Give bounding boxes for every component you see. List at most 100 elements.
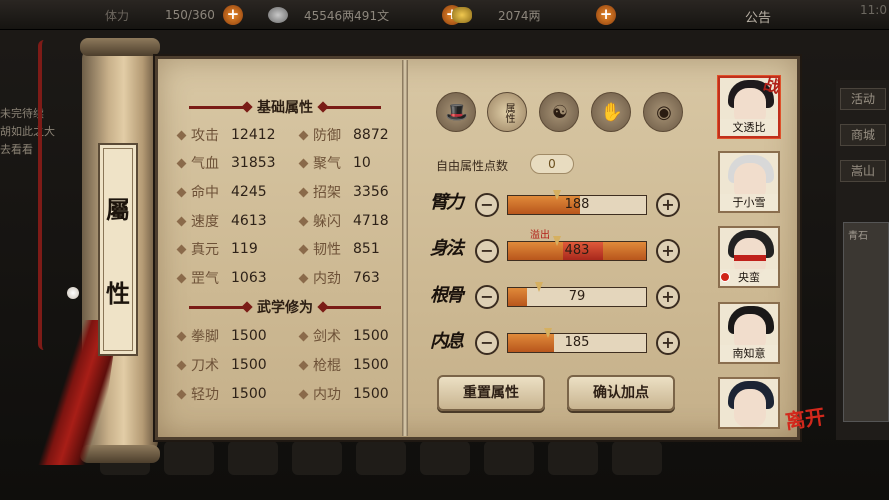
category-hat-icon[interactable]: 🎩	[436, 92, 476, 132]
stat-gang-qi: 罡气 1063	[176, 268, 267, 288]
location-button[interactable]: 嵩山	[840, 160, 886, 182]
stat-value: 1500	[231, 328, 267, 344]
hat-icon: 🎩	[445, 102, 469, 123]
diamond-icon	[176, 389, 187, 399]
tassel-cord	[38, 40, 44, 350]
stat-fist: 拳脚 1500	[176, 326, 267, 346]
decrease-button[interactable]: −	[475, 285, 499, 309]
stat-label: 攻击	[191, 128, 219, 144]
attribute-value: 188	[564, 197, 590, 212]
diamond-icon	[176, 331, 187, 341]
party-member[interactable]	[718, 377, 780, 429]
party-member-name: 文透比	[720, 119, 778, 135]
notice-button[interactable]: 公告	[745, 7, 771, 26]
stat-speed: 速度 4613	[176, 211, 267, 231]
bottom-menu-item[interactable]	[484, 441, 534, 475]
attribute-label: 根骨	[430, 285, 464, 306]
body-icon: ✋	[600, 102, 624, 123]
stat-defense: 防御 8872	[298, 125, 389, 145]
shop-button[interactable]: 商城	[840, 124, 886, 146]
stat-value: 10	[353, 155, 371, 171]
gold-icon	[452, 7, 472, 23]
gold-value: 2074两	[498, 8, 541, 23]
reset-attributes-button[interactable]: 重置属性	[437, 375, 545, 411]
title-char: 性	[106, 279, 130, 309]
stat-value: 4245	[231, 184, 267, 200]
stat-label: 招架	[313, 185, 341, 201]
stat-value: 1500	[353, 357, 389, 373]
party-member-name: 南知意	[720, 345, 778, 361]
category-body-icon[interactable]: ✋	[591, 92, 631, 132]
gold-resource: 2074两 +	[452, 4, 616, 26]
diamond-icon	[176, 273, 187, 283]
decrease-button[interactable]: −	[475, 331, 499, 355]
tassel-bead	[67, 287, 79, 299]
stamina-value: 150/360	[165, 8, 215, 22]
decrease-button[interactable]: −	[475, 239, 499, 263]
scroll-cap-top	[80, 38, 160, 56]
party-member[interactable]: 南知意	[718, 302, 780, 364]
attribute-label: 内息	[430, 331, 464, 352]
stat-sword: 剑术 1500	[298, 326, 389, 346]
diamond-icon	[176, 360, 187, 370]
activity-button[interactable]: 活动	[840, 88, 886, 110]
free-points-label: 自由属性点数	[436, 159, 509, 173]
decrease-button[interactable]: −	[475, 193, 499, 217]
increase-button[interactable]: +	[656, 331, 680, 355]
category-bagua-icon[interactable]: ☯	[539, 92, 579, 132]
silver-value: 45546两491文	[304, 8, 390, 23]
diamond-icon	[298, 216, 309, 226]
diamond-icon	[298, 360, 309, 370]
game-screen: { "topbar": { "stamina": "150/360", "sil…	[0, 0, 889, 500]
attribute-bar: 188	[507, 195, 647, 215]
bottom-menu-item[interactable]	[612, 441, 662, 475]
bottom-menu-item[interactable]	[228, 441, 278, 475]
stat-value: 763	[353, 270, 380, 286]
stat-label: 速度	[191, 214, 219, 230]
diamond-icon	[298, 158, 309, 168]
free-points-value: 0	[530, 154, 574, 174]
martial-arts-header: 武学修为	[180, 297, 390, 317]
stat-lightness: 轻功 1500	[176, 384, 267, 404]
stat-value: 31853	[231, 155, 276, 171]
section-title: 武学修为	[257, 300, 313, 316]
stat-value: 1500	[231, 386, 267, 402]
clock: 11:0	[860, 3, 887, 17]
add-stamina-button[interactable]: +	[222, 5, 243, 25]
increase-button[interactable]: +	[656, 285, 680, 309]
bottom-menu-item[interactable]	[164, 441, 214, 475]
section-title: 基础属性	[257, 100, 313, 116]
ornament	[321, 305, 381, 309]
leave-button[interactable]: 离开	[783, 400, 827, 434]
overflow-label: 溢出	[530, 230, 550, 241]
bottom-menu-item[interactable]	[356, 441, 406, 475]
stat-label: 轻功	[191, 387, 219, 403]
stat-label: 罡气	[191, 271, 219, 287]
bagua-icon: ☯	[551, 102, 569, 123]
diamond-icon	[176, 244, 187, 254]
category-orb-icon[interactable]: ◉	[643, 92, 683, 132]
add-gold-button[interactable]: +	[596, 5, 616, 25]
stat-label: 刀术	[191, 358, 219, 374]
party-member-name: 于小雪	[720, 194, 778, 210]
stat-blade: 刀术 1500	[176, 355, 267, 375]
stat-value: 851	[353, 241, 380, 257]
stat-hit: 命中 4245	[176, 182, 267, 202]
diamond-icon	[298, 273, 309, 283]
confirm-points-button[interactable]: 确认加点	[567, 375, 675, 411]
attribute-bar: 483	[507, 241, 647, 261]
basic-attributes-header: 基础属性	[180, 97, 390, 117]
diamond-icon	[176, 187, 187, 197]
diamond-icon	[176, 216, 187, 226]
bottom-menu-item[interactable]	[420, 441, 470, 475]
category-attribute-tab[interactable]: 属性	[487, 92, 527, 132]
stat-value: 4613	[231, 213, 267, 229]
increase-button[interactable]: +	[656, 239, 680, 263]
attribute-label: 身法	[430, 238, 464, 259]
bottom-menu-item[interactable]	[548, 441, 598, 475]
diamond-icon	[176, 130, 187, 140]
stat-label: 内劲	[313, 271, 341, 287]
party-member[interactable]: 于小雪	[718, 151, 780, 213]
increase-button[interactable]: +	[656, 193, 680, 217]
bottom-menu-item[interactable]	[292, 441, 342, 475]
